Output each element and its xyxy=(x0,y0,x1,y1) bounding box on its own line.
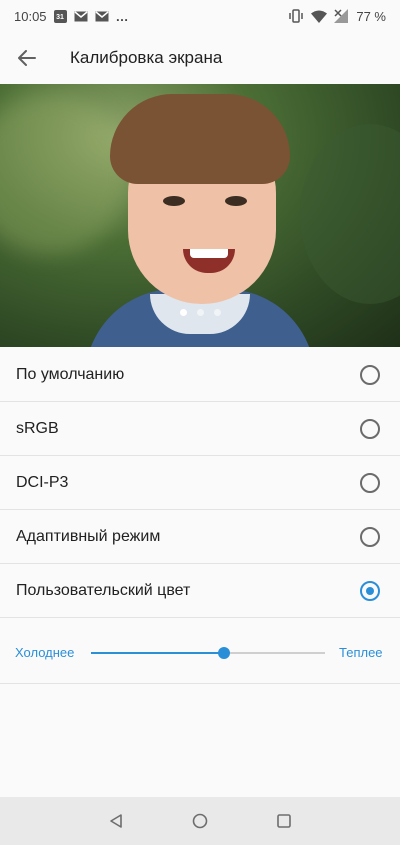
option-label: Адаптивный режим xyxy=(16,527,161,545)
status-bar: 10:05 31 … 77 % xyxy=(0,0,400,32)
nav-recents-button[interactable] xyxy=(273,810,295,832)
radio-button[interactable] xyxy=(360,526,380,547)
photo-subject-hair xyxy=(110,94,290,184)
triangle-back-icon xyxy=(110,814,122,828)
option-label: DCI-P3 xyxy=(16,473,69,491)
app-bar: Калибровка экрана xyxy=(0,32,400,84)
option-srgb[interactable]: sRGB xyxy=(0,402,400,456)
more-notifications: … xyxy=(115,8,129,24)
mail-icon xyxy=(95,10,109,21)
photo-subject-eye xyxy=(163,196,185,206)
arrow-left-icon xyxy=(18,50,36,66)
status-time: 10:05 xyxy=(14,8,47,24)
radio-button-selected[interactable] xyxy=(360,580,380,601)
signal-icon xyxy=(334,9,349,23)
vibrate-icon xyxy=(289,9,304,23)
option-default[interactable]: По умолчанию xyxy=(0,348,400,402)
photo-subject-teeth xyxy=(190,249,228,258)
page-dot[interactable] xyxy=(213,309,221,316)
slider-thumb[interactable] xyxy=(218,646,231,659)
wifi-icon xyxy=(311,10,328,23)
mail-icon xyxy=(74,10,88,21)
calendar-day: 31 xyxy=(56,13,64,21)
radio-button[interactable] xyxy=(360,418,380,439)
photo-subject-eye xyxy=(225,196,247,206)
page-dot[interactable] xyxy=(179,309,187,316)
background-bokeh xyxy=(300,124,400,304)
battery-level: 77 % xyxy=(356,8,386,24)
background-bokeh xyxy=(0,94,130,254)
calendar-icon: 31 xyxy=(53,9,67,23)
option-label: Пользовательский цвет xyxy=(16,581,191,599)
page-dot[interactable] xyxy=(196,309,204,316)
option-adaptive[interactable]: Адаптивный режим xyxy=(0,510,400,564)
nav-back-button[interactable] xyxy=(105,810,127,832)
option-dci-p3[interactable]: DCI-P3 xyxy=(0,456,400,510)
carousel-page-indicator xyxy=(0,309,400,316)
status-right: 77 % xyxy=(288,9,400,24)
page-title: Калибровка экрана xyxy=(70,48,223,67)
calibration-options: По умолчанию sRGB DCI-P3 Адаптивный режи… xyxy=(0,348,400,618)
radio-button[interactable] xyxy=(360,472,380,493)
circle-home-icon xyxy=(192,813,208,829)
back-button[interactable] xyxy=(0,32,54,84)
slider-label-cooler: Холоднее xyxy=(15,645,75,660)
navigation-bar xyxy=(0,797,400,845)
option-custom-color[interactable]: Пользовательский цвет xyxy=(0,564,400,618)
square-recents-icon xyxy=(277,814,291,828)
color-temperature-slider[interactable] xyxy=(91,646,325,659)
option-label: По умолчанию xyxy=(16,365,125,383)
status-left: 10:05 31 … xyxy=(0,9,129,24)
color-temperature-slider-row: Холоднее Теплее xyxy=(0,622,400,684)
radio-button[interactable] xyxy=(360,364,380,385)
nav-home-button[interactable] xyxy=(189,810,211,832)
option-label: sRGB xyxy=(16,419,59,437)
preview-image-carousel[interactable] xyxy=(0,84,400,347)
slider-label-warmer: Теплее xyxy=(339,645,383,660)
slider-fill xyxy=(91,651,225,654)
